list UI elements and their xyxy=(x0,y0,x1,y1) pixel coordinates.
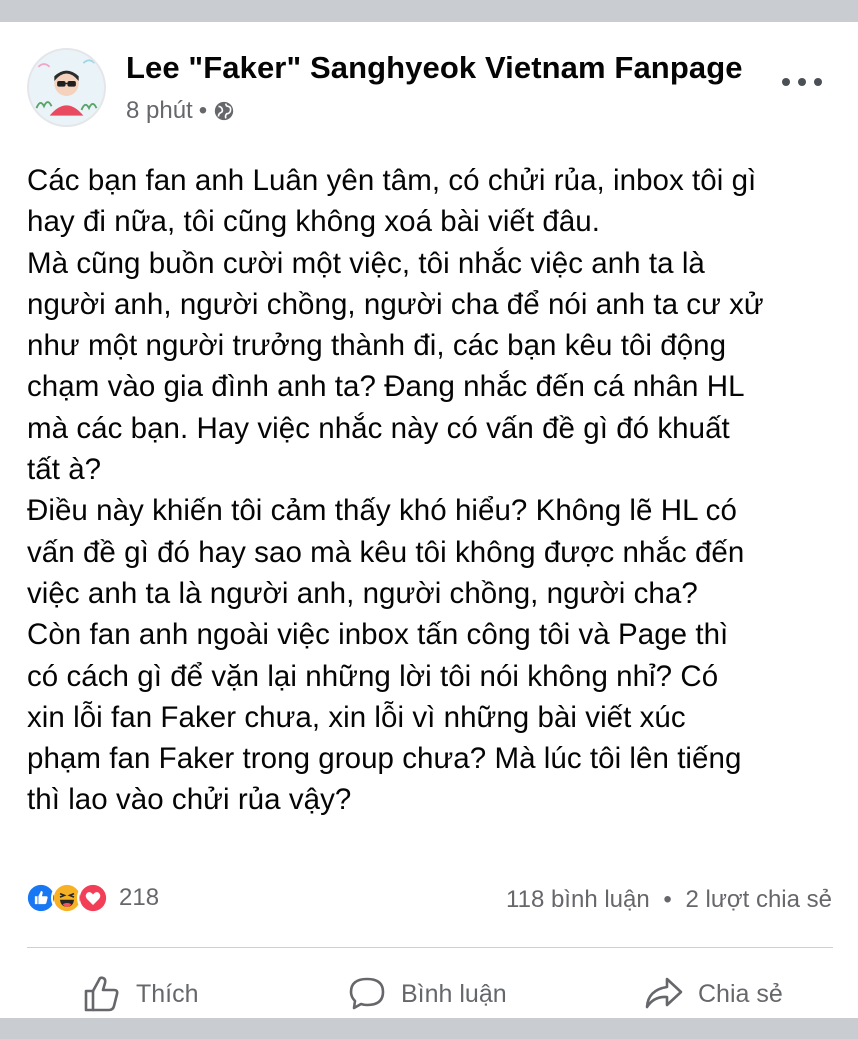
post-time[interactable]: 8 phút xyxy=(126,97,193,125)
comment-bubble-icon xyxy=(349,977,385,1010)
post-line: hay đi nữa, tôi cũng không xoá bài viết … xyxy=(27,205,600,239)
page-name[interactable]: Lee "Faker" Sanghyeok Vietnam Fanpage xyxy=(126,50,743,86)
stats-separator: • xyxy=(663,886,672,913)
post-line: Còn fan anh ngoài việc inbox tấn công tô… xyxy=(27,618,729,652)
like-button[interactable]: Thích xyxy=(80,949,199,1039)
post-line: mà các bạn. Hay việc nhắc này có vấn đề … xyxy=(27,411,730,445)
post-line: phạm fan Faker trong group chưa? Mà lúc … xyxy=(27,742,742,776)
action-bar: Thích Bình luận Chia sẻ xyxy=(0,949,858,1039)
share-label: Chia sẻ xyxy=(698,979,783,1008)
share-count[interactable]: 2 lượt chia sẻ xyxy=(685,886,832,913)
post-line: có cách gì để vặn lại những lời tôi nói … xyxy=(27,659,719,693)
post-line: việc anh ta là người anh, người chồng, n… xyxy=(27,576,698,610)
more-dot xyxy=(814,78,822,86)
reactions-summary[interactable]: 218 xyxy=(25,882,159,914)
more-dot xyxy=(798,78,806,86)
post-line: xin lỗi fan Faker chưa, xin lỗi vì những… xyxy=(27,700,686,734)
engagement-stats: 118 bình luận • 2 lượt chia sẻ xyxy=(506,886,832,914)
post-line: chạm vào gia đình anh ta? Đang nhắc đến … xyxy=(27,370,745,404)
comment-label: Bình luận xyxy=(401,979,507,1008)
post-line: thì lao vào chửi rủa vậy? xyxy=(27,783,352,817)
meta-separator: • xyxy=(198,97,208,124)
post-line: như một người trưởng thành đi, các bạn k… xyxy=(27,329,727,363)
page-avatar[interactable] xyxy=(27,48,106,127)
divider xyxy=(27,947,833,948)
share-button[interactable]: Chia sẻ xyxy=(642,949,783,1039)
comment-count[interactable]: 118 bình luận xyxy=(506,886,650,913)
reaction-count: 218 xyxy=(119,884,160,911)
globe-icon[interactable] xyxy=(213,100,235,122)
like-label: Thích xyxy=(136,979,199,1008)
post-line: Điều này khiến tôi cảm thấy khó hiểu? Kh… xyxy=(27,494,737,528)
more-dot xyxy=(782,78,790,86)
feed-separator xyxy=(0,1018,858,1024)
post-card: Lee "Faker" Sanghyeok Vietnam Fanpage 8 … xyxy=(0,22,858,1020)
post-line: tất à? xyxy=(27,453,102,487)
post-line: Các bạn fan anh Luân yên tâm, có chửi rủ… xyxy=(27,164,757,197)
comment-button[interactable]: Bình luận xyxy=(345,949,507,1039)
post-line: Mà cũng buồn cười một việc, tôi nhắc việ… xyxy=(27,246,705,280)
thumbs-up-icon xyxy=(84,976,119,1012)
love-reaction-icon xyxy=(77,882,109,914)
post-line: người anh, người chồng, người cha để nói… xyxy=(27,287,764,321)
post-line: vấn đề gì đó hay sao mà kêu tôi không đư… xyxy=(27,535,745,569)
post-meta: 8 phút • xyxy=(126,97,235,125)
share-arrow-icon xyxy=(645,977,683,1009)
post-text: Các bạn fan anh Luân yên tâm, có chửi rủ… xyxy=(27,160,837,821)
more-options-icon[interactable] xyxy=(782,70,822,94)
avatar-image xyxy=(29,50,104,125)
